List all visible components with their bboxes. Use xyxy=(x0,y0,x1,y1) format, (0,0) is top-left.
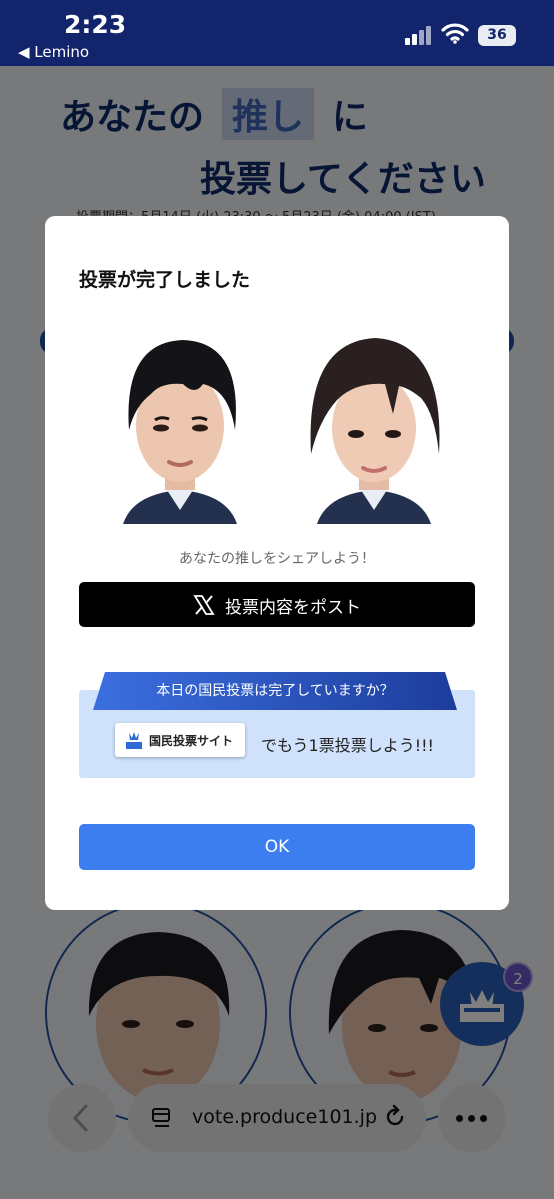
dialog-title: 投票が完了しました xyxy=(79,269,251,291)
ribbon-text: 本日の国民投票は完了していますか？ xyxy=(156,683,394,699)
clock: 2:23 xyxy=(64,10,127,39)
status-bar: 2:23 ◀ Lemino 36 xyxy=(0,0,554,66)
wifi-icon xyxy=(441,23,469,44)
x-logo-icon xyxy=(193,595,215,615)
ok-button[interactable]: OK xyxy=(79,824,475,870)
cellular-signal-icon xyxy=(405,25,433,45)
voted-trainee-photo xyxy=(297,334,451,524)
national-vote-site-button[interactable]: 国民投票サイト xyxy=(115,723,245,757)
post-to-x-button[interactable]: 投票内容をポスト xyxy=(79,582,475,627)
ballot-box-icon xyxy=(126,732,142,749)
back-to-app-link[interactable]: ◀ Lemino xyxy=(18,43,89,61)
vote-complete-dialog: 投票が完了しました あなたの推しをシェアしよう！ 投票内容をポスト 本日の国民投… xyxy=(45,216,509,910)
site-badge-label: 国民投票サイト xyxy=(149,734,234,748)
vote-more-text: でもう1票投票しよう!!! xyxy=(261,736,434,755)
voted-trainee-photo xyxy=(103,334,257,524)
share-prompt: あなたの推しをシェアしよう！ xyxy=(179,551,375,567)
battery-icon: 36 xyxy=(478,25,516,46)
post-button-label: 投票内容をポスト xyxy=(225,598,361,618)
